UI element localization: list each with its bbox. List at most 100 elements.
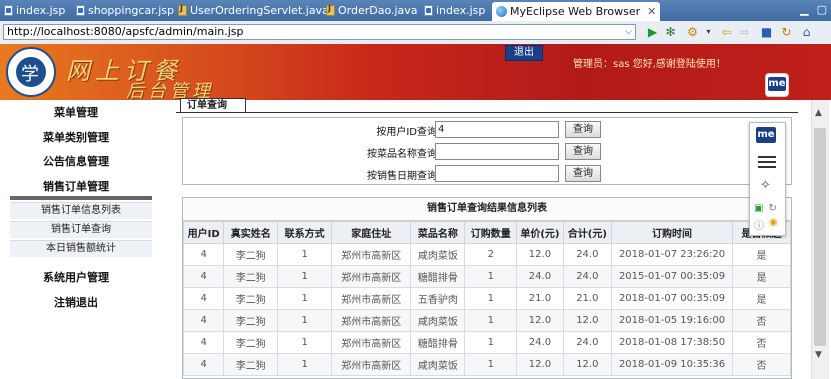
scroll-up-icon[interactable]: ▲: [815, 108, 822, 118]
tab-myeclipse-web-browser[interactable]: MyEclipse Web Browser ✕: [492, 2, 661, 21]
table-cell: 李二狗: [223, 353, 279, 376]
url-input[interactable]: http://localhost:8080/apsfc/admin/main.j…: [3, 24, 636, 40]
sidebar: 菜单管理 菜单类别管理 公告信息管理 销售订单管理 销售订单信息列表 销售订单查…: [0, 100, 152, 379]
eye-icon[interactable]: ◉: [769, 217, 778, 232]
table-cell: 1: [277, 243, 333, 266]
forward-icon[interactable]: ⇨: [738, 25, 751, 39]
close-tab-icon[interactable]: ✕: [647, 5, 656, 18]
tab-userorderingservlet-java[interactable]: UserOrderingServlet.java: [178, 2, 329, 19]
cast-icon[interactable]: ▣: [754, 203, 763, 214]
column-header: 订购时间: [610, 221, 734, 244]
jsp-file-icon: [424, 5, 433, 16]
table-cell: 李二狗: [223, 287, 279, 310]
sale-date-input[interactable]: [435, 165, 559, 182]
query-button[interactable]: 查询: [565, 165, 601, 182]
table-cell: 郑州市高新区: [331, 353, 412, 376]
maximize-icon[interactable]: ▢: [817, 3, 827, 16]
logout-button[interactable]: 退出: [505, 45, 543, 61]
table-cell: 李二狗: [223, 309, 279, 332]
table-row: 4 李二狗 1 郑州市高新区 咸肉菜饭 1 12.0 12.0 2018-01-05 19:16…: [183, 309, 791, 332]
sidebar-item-sales-orders[interactable]: 销售订单管理: [0, 178, 152, 194]
scroll-thumb[interactable]: [814, 128, 826, 346]
table-cell: 糖醋排骨: [410, 331, 466, 354]
minimize-icon[interactable]: ▁: [800, 3, 808, 16]
bug-icon[interactable]: ✻: [664, 25, 677, 39]
tab-shoppingcar-jsp[interactable]: shoppingcar.jsp: [76, 2, 174, 19]
table-cell: 李二狗: [223, 331, 279, 354]
search-row-sale-date: 按销售日期查询 查询: [183, 164, 793, 184]
back-icon[interactable]: ⇦: [720, 25, 733, 39]
column-header: 真实姓名: [223, 221, 279, 244]
scroll-down-icon[interactable]: ▼: [815, 350, 822, 360]
url-dropdown-icon[interactable]: ⌵: [625, 25, 632, 39]
query-button[interactable]: 查询: [565, 143, 601, 160]
table-row: 4 李二狗 1 郑州市高新区 糖醋排骨 1 24.0 24.0 2018-01-08 17:38…: [183, 331, 791, 354]
table-cell: 2018-01-07 23:26:20: [610, 243, 734, 266]
table-cell: 是: [732, 265, 791, 288]
me-badge-icon[interactable]: me: [756, 127, 776, 143]
table-cell: 咸肉菜饭: [410, 309, 466, 332]
table-cell: 李二狗: [223, 265, 279, 288]
magic-wand-icon[interactable]: ✧: [760, 178, 771, 193]
search-label: 按菜品名称查询: [367, 149, 437, 160]
table-cell: 2018-01-07 00:35:09: [610, 287, 734, 310]
tab-orderdao-java[interactable]: OrderDao.java: [326, 2, 418, 19]
info-icon[interactable]: ⓘ: [754, 217, 764, 232]
vertical-scrollbar[interactable]: ▲ ▼: [811, 100, 829, 379]
sidebar-item-menu-management[interactable]: 菜单管理: [0, 104, 152, 120]
tools-icon[interactable]: ⚙: [686, 25, 699, 39]
submenu-order-list[interactable]: 销售订单信息列表: [10, 202, 152, 219]
tools-dropdown-icon[interactable]: ▾: [702, 25, 715, 39]
java-file-icon: [326, 4, 335, 16]
table-cell: 1: [464, 331, 518, 354]
user-id-input[interactable]: 4: [435, 121, 559, 138]
table-cell: 郑州市高新区: [331, 287, 412, 310]
submenu-order-query[interactable]: 销售订单查询: [10, 221, 152, 238]
column-header: 用户ID: [183, 221, 225, 244]
go-icon[interactable]: ▶: [646, 25, 659, 39]
table-cell: 1: [464, 265, 518, 288]
table-cell: 1: [464, 353, 518, 376]
university-logo: [6, 47, 56, 97]
sidebar-item-menu-category[interactable]: 菜单类别管理: [0, 129, 152, 145]
results-title: 销售订单查询结果信息列表: [183, 198, 791, 221]
sidebar-item-logout[interactable]: 注销退出: [0, 294, 152, 310]
dish-name-input[interactable]: [435, 143, 559, 160]
table-cell: 2: [464, 243, 518, 266]
table-row: 4 李二狗 1 郑州市高新区 糖醋排骨 1 24.0 24.0 2015-01-07 00:35…: [183, 265, 791, 288]
welcome-text: 管理员：sas 您好,感谢登陆使用！: [573, 59, 726, 70]
table-cell: 12.0: [516, 243, 564, 266]
ide-tab-bar: index.jsp shoppingcar.jsp UserOrderingSe…: [0, 0, 831, 21]
query-button[interactable]: 查询: [565, 121, 601, 138]
refresh-icon[interactable]: ↻: [768, 203, 776, 214]
refresh-icon[interactable]: ↻: [780, 25, 793, 39]
tab-index-jsp-2[interactable]: index.jsp: [424, 2, 485, 19]
globe-icon: [496, 6, 507, 17]
tab-order-query[interactable]: 订单查询: [180, 98, 246, 112]
java-file-icon: [178, 4, 187, 16]
stop-icon[interactable]: ■: [760, 25, 773, 39]
table-cell: 4: [183, 265, 225, 288]
table-cell: 4: [183, 287, 225, 310]
floating-tool-panel: me ✧ ▣ ↻ ⓘ ◉: [749, 122, 786, 236]
table-cell: 是: [732, 287, 791, 310]
table-cell: 否: [732, 353, 791, 376]
table-cell: 24.0: [562, 331, 613, 354]
submenu-divider: [10, 196, 152, 200]
results-panel: 销售订单查询结果信息列表 用户ID 真实姓名 联系方式 家庭住址 菜品名称 订购…: [182, 197, 792, 379]
submenu-daily-sales[interactable]: 本日销售额统计: [10, 240, 152, 257]
column-header: 联系方式: [277, 221, 333, 244]
table-cell: 24.0: [562, 243, 613, 266]
search-row-user-id: 按用户ID查询 4 查询: [183, 120, 793, 140]
sidebar-item-announcement[interactable]: 公告信息管理: [0, 153, 152, 169]
home-icon[interactable]: ⌂: [800, 25, 813, 39]
me-badge-icon[interactable]: me: [765, 73, 789, 97]
tab-index-jsp[interactable]: index.jsp: [4, 2, 65, 19]
column-header: 家庭住址: [331, 221, 412, 244]
table-cell: 郑州市高新区: [331, 331, 412, 354]
table-cell: 1: [277, 331, 333, 354]
menu-icon[interactable]: [758, 156, 776, 168]
sidebar-item-system-users[interactable]: 系统用户管理: [0, 269, 152, 285]
table-cell: 24.0: [516, 265, 564, 288]
table-cell: 4: [183, 309, 225, 332]
